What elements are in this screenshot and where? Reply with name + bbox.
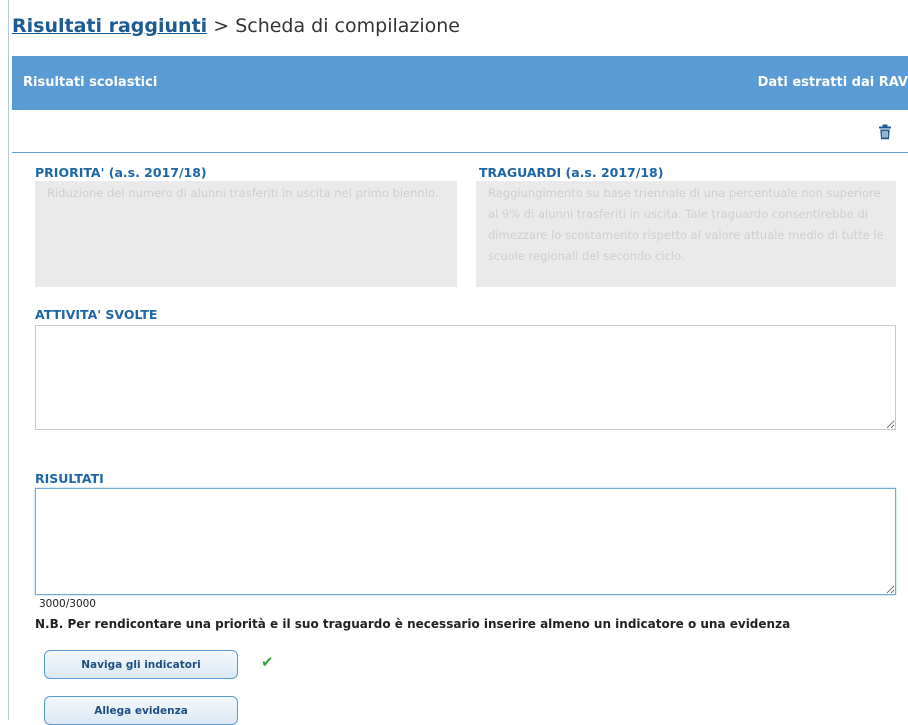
trash-icon[interactable]	[878, 124, 892, 140]
panel-divider	[12, 152, 908, 153]
risultati-label: RISULTATI	[35, 471, 104, 486]
breadcrumb-current: Scheda di compilazione	[235, 15, 460, 37]
section-source: Dati estratti dai RAV	[757, 75, 908, 90]
note-text: N.B. Per rendicontare una priorità e il …	[35, 617, 791, 631]
allega-evidenza-button[interactable]: Allega evidenza	[44, 696, 238, 725]
section-header: Risultati scolastici Dati estratti dai R…	[12, 56, 908, 110]
attivita-label: ATTIVITA' SVOLTE	[35, 307, 158, 322]
left-border	[8, 0, 9, 720]
character-counter: 3000/3000	[39, 598, 96, 610]
breadcrumb-separator: >	[213, 15, 230, 37]
attivita-textarea[interactable]	[35, 325, 896, 430]
check-icon: ✔	[261, 653, 274, 671]
section-title: Risultati scolastici	[23, 75, 158, 90]
breadcrumb: Risultati raggiunti > Scheda di compilaz…	[12, 13, 460, 39]
traguardi-label: TRAGUARDI (a.s. 2017/18)	[479, 165, 664, 180]
priorita-label: PRIORITA' (a.s. 2017/18)	[35, 165, 207, 180]
breadcrumb-link-risultati[interactable]: Risultati raggiunti	[12, 15, 207, 37]
traguardi-field: Raggiungimento su base triennale di una …	[476, 181, 896, 287]
naviga-indicatori-button[interactable]: Naviga gli indicatori	[44, 650, 238, 679]
priorita-field: Riduzione del numero di alunni trasferit…	[35, 181, 457, 287]
risultati-textarea[interactable]	[35, 488, 896, 595]
